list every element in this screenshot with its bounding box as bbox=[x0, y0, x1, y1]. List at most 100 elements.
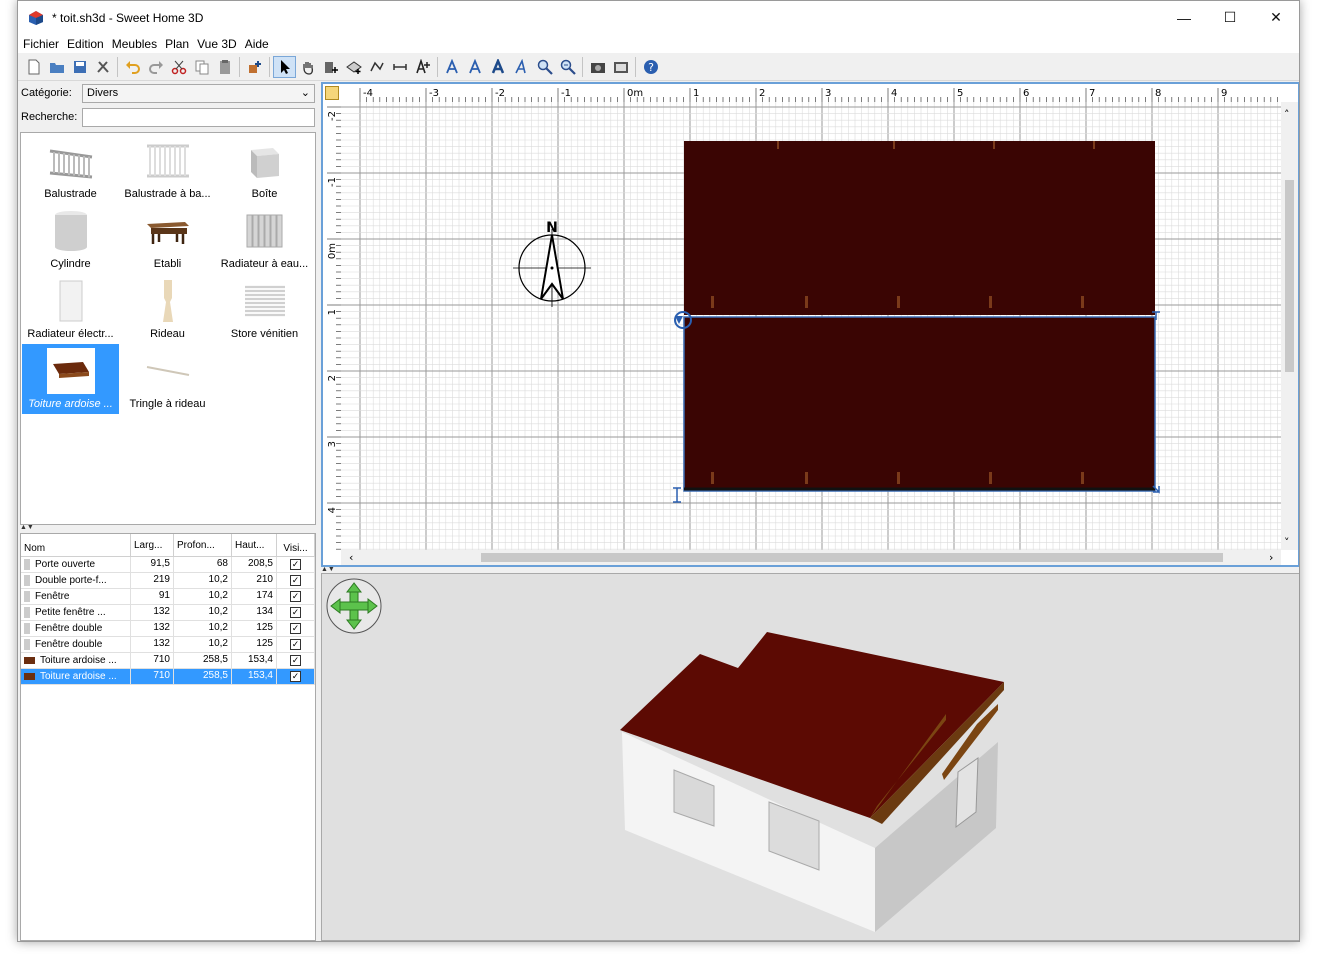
cell-nom: Fenêtre double bbox=[21, 637, 131, 653]
cut-icon[interactable] bbox=[167, 56, 190, 78]
menu-fichier[interactable]: Fichier bbox=[18, 37, 63, 51]
paste-icon[interactable] bbox=[213, 56, 236, 78]
column-header-visible[interactable]: Visi... bbox=[277, 534, 315, 556]
create-polylines-icon[interactable] bbox=[365, 56, 388, 78]
new-file-icon[interactable] bbox=[22, 56, 45, 78]
scroll-right-arrow[interactable]: › bbox=[1269, 551, 1273, 564]
visible-checkbox[interactable]: ✓ bbox=[290, 591, 301, 602]
cell-nom: Petite fenêtre ... bbox=[21, 605, 131, 621]
create-photo-icon[interactable] bbox=[586, 56, 609, 78]
roof-piece-bottom-selected[interactable] bbox=[683, 316, 1156, 492]
height-handle-icon[interactable] bbox=[673, 487, 681, 503]
menu-edition[interactable]: Edition bbox=[63, 37, 108, 51]
catalog-item-boite[interactable]: Boîte bbox=[216, 134, 313, 204]
column-header-nom[interactable]: Nom bbox=[21, 534, 131, 556]
menu-vue3d[interactable]: Vue 3D bbox=[193, 37, 241, 51]
category-select[interactable]: Divers ⌄ bbox=[82, 84, 315, 103]
catalog-item-store-venitien[interactable]: Store vénitien bbox=[216, 274, 313, 344]
catalog-splitter-handle[interactable]: ▲▼ bbox=[20, 524, 34, 531]
create-dimensions-icon[interactable] bbox=[388, 56, 411, 78]
cell-nom-text: Petite fenêtre ... bbox=[35, 607, 106, 618]
zoom-out-icon[interactable] bbox=[556, 56, 579, 78]
italic-text-icon[interactable] bbox=[510, 56, 533, 78]
copy-icon[interactable] bbox=[190, 56, 213, 78]
3d-view[interactable] bbox=[321, 573, 1299, 941]
catalog-item-toiture-ardoise[interactable]: Toiture ardoise ... bbox=[22, 344, 119, 414]
door-window-icon bbox=[24, 575, 30, 586]
catalog-item-label: Rideau bbox=[150, 328, 185, 340]
table-row[interactable]: Petite fenêtre ... 132 10,2 134 ✓ bbox=[21, 605, 315, 621]
table-row[interactable]: Fenêtre 91 10,2 174 ✓ bbox=[21, 589, 315, 605]
scroll-left-arrow[interactable]: ‹ bbox=[349, 551, 353, 564]
catalog-item-balustrade[interactable]: Balustrade bbox=[22, 134, 119, 204]
vertical-scroll-thumb[interactable] bbox=[1285, 180, 1294, 372]
lock-icon[interactable] bbox=[325, 86, 339, 100]
bold-text-icon[interactable] bbox=[487, 56, 510, 78]
menu-aide[interactable]: Aide bbox=[241, 37, 273, 51]
ruler-x-label: 3 bbox=[825, 88, 831, 99]
preferences-icon[interactable] bbox=[91, 56, 114, 78]
pan-mode-icon[interactable] bbox=[296, 56, 319, 78]
redo-icon[interactable] bbox=[144, 56, 167, 78]
catalog-item-label: Toiture ardoise ... bbox=[28, 398, 113, 410]
visible-checkbox[interactable]: ✓ bbox=[290, 623, 301, 634]
roof-icon bbox=[24, 673, 35, 680]
horizontal-scroll-thumb[interactable] bbox=[481, 553, 1223, 562]
open-folder-icon[interactable] bbox=[45, 56, 68, 78]
visible-checkbox[interactable]: ✓ bbox=[290, 671, 301, 682]
visible-checkbox[interactable]: ✓ bbox=[290, 639, 301, 650]
add-furniture-icon[interactable] bbox=[243, 56, 266, 78]
table-row[interactable]: Toiture ardoise ... 710 258,5 153,4 ✓ bbox=[21, 669, 315, 685]
select-mode-icon[interactable] bbox=[273, 56, 296, 78]
add-text-icon[interactable] bbox=[411, 56, 434, 78]
menu-plan[interactable]: Plan bbox=[161, 37, 193, 51]
increase-text-size-icon[interactable] bbox=[464, 56, 487, 78]
cell-profondeur: 258,5 bbox=[174, 669, 232, 685]
table-row[interactable]: Toiture ardoise ... 710 258,5 153,4 ✓ bbox=[21, 653, 315, 669]
table-row[interactable]: Porte ouverte 91,5 68 208,5 ✓ bbox=[21, 557, 315, 573]
column-header-hauteur[interactable]: Haut... bbox=[232, 534, 277, 556]
catalog-item-etabli[interactable]: Etabli bbox=[119, 204, 216, 274]
visible-checkbox[interactable]: ✓ bbox=[290, 575, 301, 586]
help-icon[interactable]: ? bbox=[639, 56, 662, 78]
undo-icon[interactable] bbox=[121, 56, 144, 78]
column-header-largeur[interactable]: Larg... bbox=[131, 534, 174, 556]
search-input[interactable] bbox=[82, 108, 315, 127]
plan-view[interactable]: -4 -3 -2 -1 0m 1 2 3 4 5 6 7 8 9 -2 -1 0m 1 2 3 4 N bbox=[321, 82, 1299, 567]
minimize-button[interactable]: — bbox=[1161, 1, 1207, 34]
scroll-up-arrow[interactable]: ˄ bbox=[1284, 108, 1290, 121]
column-header-profondeur[interactable]: Profon... bbox=[174, 534, 232, 556]
create-video-icon[interactable] bbox=[609, 56, 632, 78]
roof-piece-top[interactable] bbox=[684, 141, 1155, 315]
visible-checkbox[interactable]: ✓ bbox=[290, 655, 301, 666]
save-icon[interactable] bbox=[68, 56, 91, 78]
catalog-item-cylindre[interactable]: Cylindre bbox=[22, 204, 119, 274]
workbench-icon bbox=[144, 208, 192, 254]
catalog-item-radiateur-electrique[interactable]: Radiateur électr... bbox=[22, 274, 119, 344]
ruler-x-label: 2 bbox=[759, 88, 765, 99]
scroll-down-arrow[interactable]: ˅ bbox=[1284, 536, 1290, 549]
maximize-button[interactable]: ☐ bbox=[1207, 1, 1253, 34]
3d-canvas[interactable] bbox=[322, 574, 1299, 940]
modify-text-style-icon[interactable] bbox=[441, 56, 464, 78]
catalog-item-radiateur-eau[interactable]: Radiateur à eau... bbox=[216, 204, 313, 274]
table-row[interactable]: Fenêtre double 132 10,2 125 ✓ bbox=[21, 637, 315, 653]
visible-checkbox[interactable]: ✓ bbox=[290, 559, 301, 570]
ruler-y-label: 2 bbox=[327, 375, 338, 381]
table-row[interactable]: Fenêtre double 132 10,2 125 ✓ bbox=[21, 621, 315, 637]
menu-meubles[interactable]: Meubles bbox=[108, 37, 161, 51]
close-button[interactable]: ✕ bbox=[1253, 1, 1299, 34]
catalog-item-tringle-rideau[interactable]: Tringle à rideau bbox=[119, 344, 216, 414]
ruler-y-label: 4 bbox=[327, 507, 338, 513]
table-row[interactable]: Double porte-f... 219 10,2 210 ✓ bbox=[21, 573, 315, 589]
catalog-item-rideau[interactable]: Rideau bbox=[119, 274, 216, 344]
create-rooms-icon[interactable] bbox=[342, 56, 365, 78]
cell-nom: Fenêtre bbox=[21, 589, 131, 605]
zoom-in-icon[interactable] bbox=[533, 56, 556, 78]
plan-canvas[interactable]: -4 -3 -2 -1 0m 1 2 3 4 5 6 7 8 9 -2 -1 0m 1 2 3 4 N bbox=[323, 84, 1298, 565]
catalog-item-balustrade-barreaux[interactable]: Balustrade à ba... bbox=[119, 134, 216, 204]
create-walls-icon[interactable] bbox=[319, 56, 342, 78]
navigation-arrows-icon[interactable] bbox=[326, 578, 382, 634]
visible-checkbox[interactable]: ✓ bbox=[290, 607, 301, 618]
cell-nom: Fenêtre double bbox=[21, 621, 131, 637]
